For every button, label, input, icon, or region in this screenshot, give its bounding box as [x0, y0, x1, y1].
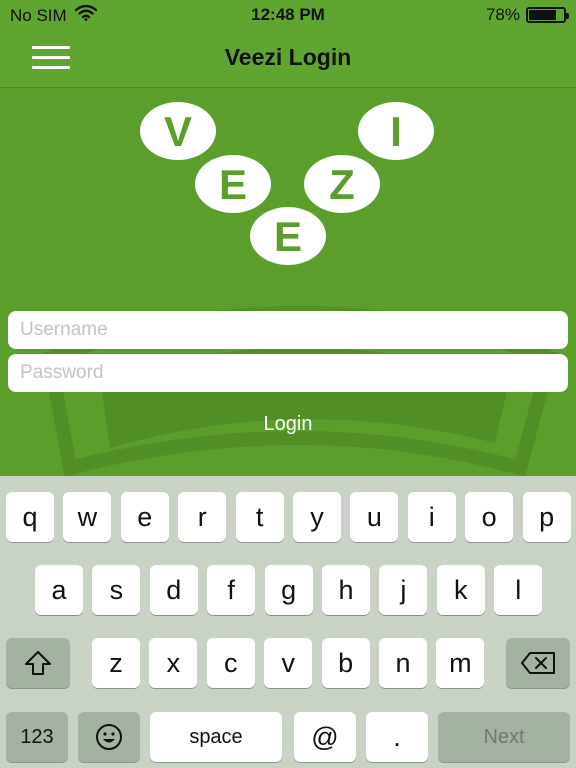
- shift-icon: [25, 651, 51, 675]
- key-i[interactable]: i: [407, 492, 456, 542]
- key-w[interactable]: w: [63, 492, 112, 542]
- key-s[interactable]: s: [92, 565, 141, 615]
- key-a[interactable]: a: [35, 565, 83, 615]
- key-u[interactable]: u: [350, 492, 399, 542]
- key-r[interactable]: r: [178, 492, 227, 542]
- key-m[interactable]: m: [436, 638, 485, 688]
- key-x[interactable]: x: [149, 638, 198, 688]
- veezi-logo: V E E Z I: [140, 102, 434, 265]
- key-d[interactable]: d: [149, 565, 198, 615]
- emoji-key[interactable]: [78, 712, 140, 762]
- password-input[interactable]: [8, 354, 568, 392]
- status-bar: No SIM 12:48 PM 78%: [0, 0, 576, 30]
- at-key[interactable]: @: [294, 712, 356, 762]
- shift-key[interactable]: [6, 638, 70, 688]
- navigation-bar: Veezi Login: [0, 30, 576, 88]
- status-right: 78%: [485, 5, 569, 25]
- logo-letter-e1: E: [219, 161, 247, 208]
- key-j[interactable]: j: [379, 565, 428, 615]
- key-y[interactable]: y: [293, 492, 341, 542]
- login-button[interactable]: Login: [238, 413, 338, 443]
- battery-percent: 78%: [485, 5, 520, 24]
- key-t[interactable]: t: [235, 492, 284, 542]
- numbers-key[interactable]: 123: [6, 712, 68, 762]
- key-n[interactable]: n: [379, 638, 427, 688]
- logo-letter-z: Z: [329, 161, 355, 208]
- backspace-icon: [521, 652, 555, 674]
- logo-letter-v: V: [164, 108, 192, 155]
- login-screen: V E E Z I Login: [0, 88, 576, 476]
- menu-icon[interactable]: [32, 46, 70, 70]
- key-o[interactable]: o: [465, 492, 514, 542]
- key-v[interactable]: v: [264, 638, 313, 688]
- key-p[interactable]: p: [522, 492, 571, 542]
- emoji-icon: [96, 724, 122, 750]
- onscreen-keyboard: qwertyuiop asdfghjkl zxcvbnm 123 space @: [0, 476, 576, 768]
- key-b[interactable]: b: [321, 638, 370, 688]
- dot-key[interactable]: .: [366, 712, 428, 762]
- username-input[interactable]: [8, 311, 568, 349]
- battery-icon: [526, 7, 569, 23]
- logo-letter-i: I: [390, 108, 402, 155]
- key-g[interactable]: g: [264, 565, 313, 615]
- space-key[interactable]: space: [150, 712, 282, 762]
- page-title: Veezi Login: [224, 44, 352, 70]
- key-z[interactable]: z: [92, 638, 140, 688]
- logo-letter-e2: E: [274, 213, 302, 260]
- battery-fill: [529, 10, 556, 20]
- key-h[interactable]: h: [322, 565, 370, 615]
- key-k[interactable]: k: [436, 565, 485, 615]
- key-e[interactable]: e: [120, 492, 169, 542]
- key-f[interactable]: f: [207, 565, 256, 615]
- key-q[interactable]: q: [6, 492, 54, 542]
- next-key[interactable]: Next: [438, 712, 570, 762]
- key-c[interactable]: c: [206, 638, 255, 688]
- backspace-key[interactable]: [506, 638, 570, 688]
- key-l[interactable]: l: [494, 565, 543, 615]
